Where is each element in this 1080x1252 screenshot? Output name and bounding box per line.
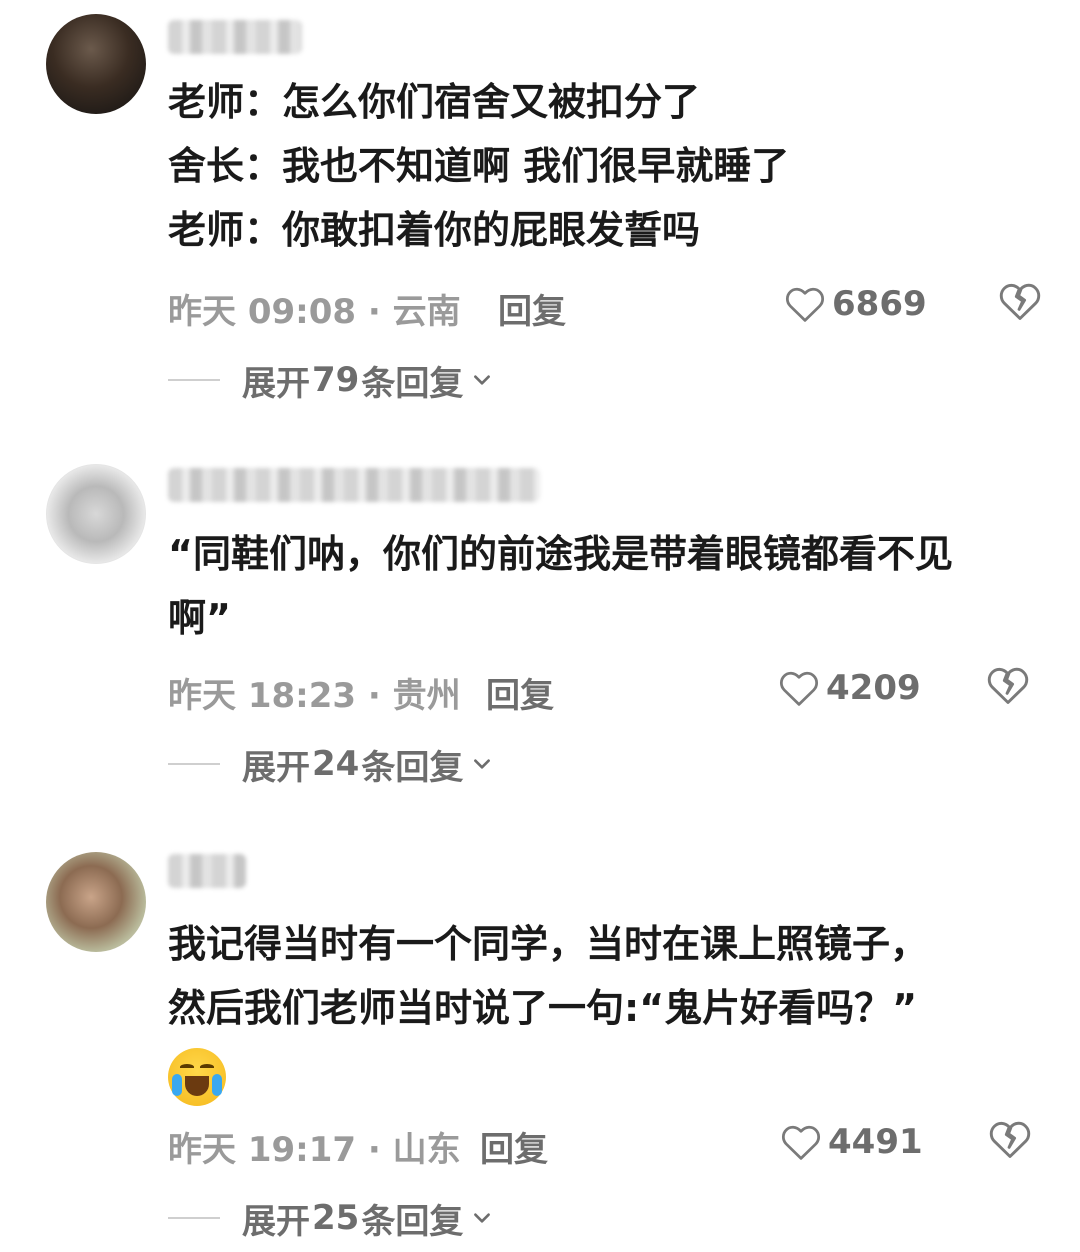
- timestamp-location: 昨天 09:08 · 云南: [168, 292, 461, 332]
- divider-line: [168, 1217, 220, 1219]
- comment-line: 然后我们老师当时说了一句:“鬼片好看吗？”: [168, 986, 918, 1030]
- reply-button[interactable]: 回复: [486, 668, 554, 717]
- reply-button[interactable]: 回复: [498, 284, 566, 333]
- avatar[interactable]: [46, 852, 146, 952]
- chevron-down-icon: [474, 1213, 491, 1223]
- expand-suffix: 条回复: [361, 747, 464, 788]
- comment-text: “同鞋们呐，你们的前途我是带着眼镜都看不见 啊”: [168, 522, 1048, 650]
- comment-meta: 昨天 18:23 · 贵州 回复 4209: [168, 664, 1050, 716]
- chevron-down-icon: [474, 759, 491, 769]
- like-button[interactable]: 4491: [780, 1122, 923, 1162]
- dislike-broken-heart-icon[interactable]: [986, 664, 1030, 708]
- comment-line: 我记得当时有一个同学，当时在课上照镜子，: [168, 922, 929, 966]
- loudly-crying-face-icon: [168, 1048, 226, 1106]
- username-blurred[interactable]: [168, 854, 246, 888]
- expand-suffix: 条回复: [361, 363, 464, 404]
- reply-button[interactable]: 回复: [480, 1122, 548, 1171]
- comment-meta: 昨天 19:17 · 山东 回复 4491: [168, 1118, 1050, 1170]
- dislike-broken-heart-icon[interactable]: [998, 280, 1042, 324]
- avatar[interactable]: [46, 14, 146, 114]
- comment-line: 老师：你敢扣着你的屁眼发誓吗: [168, 208, 701, 252]
- expand-suffix: 条回复: [361, 1201, 464, 1242]
- expand-prefix: 展开: [242, 747, 310, 788]
- like-button[interactable]: 4209: [778, 668, 921, 708]
- reply-count: 24: [312, 744, 360, 784]
- expand-prefix: 展开: [242, 363, 310, 404]
- timestamp-location: 昨天 19:17 · 山东: [168, 1130, 461, 1170]
- divider-line: [168, 379, 220, 381]
- expand-replies[interactable]: 展开 79 条回复: [168, 358, 493, 404]
- like-count: 4209: [826, 668, 921, 708]
- comment-line: 老师：怎么你们宿舍又被扣分了: [168, 80, 701, 124]
- expand-replies[interactable]: 展开 24 条回复: [168, 742, 493, 788]
- timestamp-location: 昨天 18:23 · 贵州: [168, 676, 461, 716]
- heart-icon: [785, 287, 825, 322]
- comment-line: 舍长：我也不知道啊 我们很早就睡了: [168, 144, 790, 188]
- expand-replies[interactable]: 展开 25 条回复: [168, 1196, 493, 1242]
- expand-prefix: 展开: [242, 1201, 310, 1242]
- reply-count: 25: [312, 1198, 360, 1238]
- heart-icon: [779, 671, 819, 706]
- username-blurred[interactable]: [168, 20, 302, 54]
- divider-line: [168, 763, 220, 765]
- comment-text: 老师：怎么你们宿舍又被扣分了 舍长：我也不知道啊 我们很早就睡了 老师：你敢扣着…: [168, 70, 1048, 262]
- dislike-broken-heart-icon[interactable]: [988, 1118, 1032, 1162]
- comment-meta: 昨天 09:08 · 云南 回复 6869: [168, 280, 1050, 332]
- comment-text: 我记得当时有一个同学，当时在课上照镜子， 然后我们老师当时说了一句:“鬼片好看吗…: [168, 912, 1048, 1040]
- chevron-down-icon: [474, 375, 491, 385]
- like-button[interactable]: 6869: [784, 284, 927, 324]
- like-count: 6869: [832, 284, 927, 324]
- comment-line: 啊”: [168, 596, 231, 640]
- heart-icon: [781, 1125, 821, 1160]
- reply-count: 79: [312, 360, 360, 400]
- comment-line: “同鞋们呐，你们的前途我是带着眼镜都看不见: [168, 532, 953, 576]
- like-count: 4491: [828, 1122, 923, 1162]
- avatar[interactable]: [46, 464, 146, 564]
- username-blurred[interactable]: [168, 468, 540, 502]
